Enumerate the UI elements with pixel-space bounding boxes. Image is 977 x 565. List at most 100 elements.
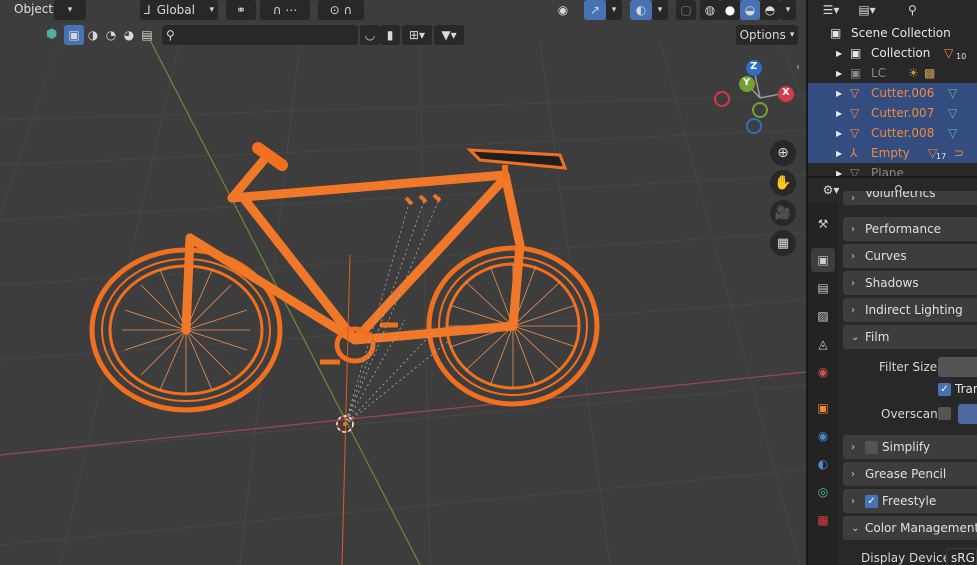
- overscan-checkbox[interactable]: [938, 407, 951, 420]
- mesh-filter-icon: ▽: [944, 46, 954, 60]
- outliner-row[interactable]: ▶ ▣ Collection ▽ 10: [808, 43, 977, 63]
- outliner-row-label: Cutter.008: [871, 126, 935, 140]
- axis-icon: ⅃: [144, 3, 151, 17]
- panel-film[interactable]: ⌄ Film: [843, 325, 977, 349]
- properties-editor[interactable]: ⚙▾ ⚲ ⚒ ▣ ▤ ▨ ◬ ◉ ▣ ◉ ◐ ◎ ▦ › Volumetrics…: [808, 178, 977, 565]
- select-subtract-mode[interactable]: ◔: [102, 25, 120, 45]
- outliner-row[interactable]: ▶ ▣ LC ☀ ▩: [808, 63, 977, 83]
- tab-view-layer[interactable]: ▨: [811, 304, 835, 328]
- shading-rendered[interactable]: ◓: [760, 0, 780, 20]
- object-menu-dropdown[interactable]: ▾: [54, 0, 86, 20]
- object-icon: ▣: [817, 401, 829, 415]
- panel-performance[interactable]: › Performance: [843, 217, 977, 241]
- transform-orientation-dropdown[interactable]: ⅃ Global ▾: [140, 0, 218, 20]
- panel-simplify[interactable]: › Simplify: [843, 435, 977, 459]
- select-invert-mode[interactable]: ◕: [120, 25, 138, 45]
- outliner-row[interactable]: ▶ ⅄ Empty ▽ 17 ⊃: [808, 143, 977, 163]
- panel-volumetrics[interactable]: › Volumetrics: [843, 191, 977, 205]
- freestyle-checkbox[interactable]: ✓: [865, 494, 878, 508]
- chevron-down-icon: ▾: [785, 5, 791, 15]
- pan-button[interactable]: ✋: [770, 170, 796, 196]
- shading-solid[interactable]: ●: [720, 0, 740, 20]
- tab-texture[interactable]: ▦: [811, 508, 835, 532]
- 3d-viewport[interactable]: Z X Y ⊕ ✋ 🎥 ▦ Object ▾ ⅃ Global ▾ ⚭ ∩ ⋯ …: [0, 0, 806, 565]
- tab-scene[interactable]: ◬: [811, 332, 835, 356]
- editor-type-dropdown[interactable]: ⚙▾: [816, 180, 846, 200]
- shading-material[interactable]: ◒: [740, 0, 760, 20]
- gizmo-toggle[interactable]: ↗: [584, 0, 606, 20]
- collection-icon: ▣: [850, 66, 862, 80]
- display-device-dropdown[interactable]: sRGB: [946, 548, 977, 565]
- outliner-row[interactable]: ▶ ▽ Cutter.008 ▽: [808, 123, 977, 143]
- tab-object[interactable]: ▣: [811, 396, 835, 420]
- chevron-down-icon: ⌄: [851, 522, 860, 534]
- gizmo-dropdown[interactable]: ▾: [606, 0, 622, 20]
- solid-sphere-icon: ●: [724, 3, 736, 17]
- overlays-icon: ◐: [635, 3, 647, 17]
- overscan-field[interactable]: [958, 404, 977, 424]
- overlays-toggle[interactable]: ◐: [630, 0, 652, 20]
- select-box-mode[interactable]: ▣: [64, 25, 84, 45]
- bicycle-model[interactable]: [89, 142, 600, 426]
- filter-size-field[interactable]: [938, 357, 977, 377]
- shading-dropdown[interactable]: ▾: [780, 0, 796, 20]
- panel-grease-pencil[interactable]: › Grease Pencil: [843, 462, 977, 486]
- gizmo-z-label: Z: [750, 61, 758, 72]
- tab-modifiers[interactable]: ◉: [811, 424, 835, 448]
- panel-shadows[interactable]: › Shadows: [843, 271, 977, 295]
- viewport-search-input[interactable]: [178, 28, 349, 42]
- sidebar-toggle-icon[interactable]: ‹: [796, 62, 800, 73]
- viewport-search[interactable]: ⚲: [162, 25, 358, 45]
- mesh-icon: ▽: [850, 166, 860, 176]
- outliner[interactable]: ☰▾ ▤▾ ⚲ ▣ Scene Collection ▶ ▣ Collectio…: [808, 0, 977, 176]
- tab-render[interactable]: ▣: [811, 248, 835, 272]
- panel-freestyle[interactable]: › ✓ Freestyle: [843, 489, 977, 513]
- visibility-dropdown[interactable]: ◉: [548, 0, 578, 20]
- outliner-row[interactable]: ▶ ▽ Cutter.006 ▽: [808, 83, 977, 103]
- editor-type-dropdown[interactable]: ☰▾: [816, 0, 846, 20]
- xray-toggle[interactable]: ▢: [676, 0, 696, 20]
- panel-color-management[interactable]: ⌄ Color Management: [843, 516, 977, 540]
- outliner-row[interactable]: ▣ Scene Collection: [808, 23, 977, 43]
- bookmark-toggle[interactable]: ▮: [380, 25, 400, 45]
- outliner-row[interactable]: ▶ ▽ Plane: [808, 163, 977, 176]
- shading-wireframe[interactable]: ◍: [700, 0, 720, 20]
- chevron-right-icon: ›: [851, 250, 855, 262]
- panel-curves[interactable]: › Curves: [843, 244, 977, 268]
- search-icon: ⚲: [908, 3, 917, 17]
- snap-toggle[interactable]: ∩ ⋯: [260, 0, 310, 20]
- pivot-point-dropdown[interactable]: ⚭: [226, 0, 256, 20]
- curve-icon: ◡: [364, 28, 376, 42]
- options-dropdown[interactable]: Options ▾: [736, 25, 798, 45]
- tab-tool[interactable]: ⚒: [811, 212, 835, 236]
- tab-physics[interactable]: ◎: [811, 480, 835, 504]
- display-mode-dropdown[interactable]: ▤▾: [852, 0, 882, 20]
- simplify-checkbox[interactable]: [865, 440, 878, 454]
- chevron-down-icon: ▾: [789, 30, 795, 40]
- light-icon: ☀: [908, 66, 919, 80]
- tab-world[interactable]: ◉: [811, 360, 835, 384]
- tab-particles[interactable]: ◐: [811, 452, 835, 476]
- zoom-button[interactable]: ⊕: [770, 140, 796, 166]
- overlays-dropdown[interactable]: ▾: [652, 0, 668, 20]
- floor-grid: [0, 39, 806, 565]
- curve-toggle[interactable]: ◡: [360, 25, 380, 45]
- filter-dropdown[interactable]: ▼▾: [434, 25, 464, 45]
- hierarchy-dropdown[interactable]: ⊞▾: [402, 25, 432, 45]
- viewport-scene: [0, 39, 806, 565]
- camera-view-button[interactable]: 🎥: [770, 200, 796, 226]
- outliner-row[interactable]: ▶ ▽ Cutter.007 ▽: [808, 103, 977, 123]
- transparent-toggle[interactable]: ✓ Tran: [938, 382, 977, 396]
- outliner-search[interactable]: ⚲: [902, 0, 977, 20]
- tab-output[interactable]: ▤: [811, 276, 835, 300]
- display-mode-icon: ▤▾: [858, 3, 876, 17]
- select-intersect-mode[interactable]: ▤: [138, 25, 156, 45]
- select-extend-mode[interactable]: ◑: [84, 25, 102, 45]
- chevron-right-icon: ›: [851, 192, 855, 204]
- mode-label[interactable]: Object: [10, 2, 57, 16]
- perspective-toggle-button[interactable]: ▦: [770, 230, 796, 256]
- filter-size-label: Filter Size: [879, 360, 938, 374]
- proportional-edit-toggle[interactable]: ⊙ ∩: [318, 0, 364, 20]
- panel-indirect-lighting[interactable]: › Indirect Lighting: [843, 298, 977, 322]
- outliner-row-label: Cutter.007: [871, 106, 935, 120]
